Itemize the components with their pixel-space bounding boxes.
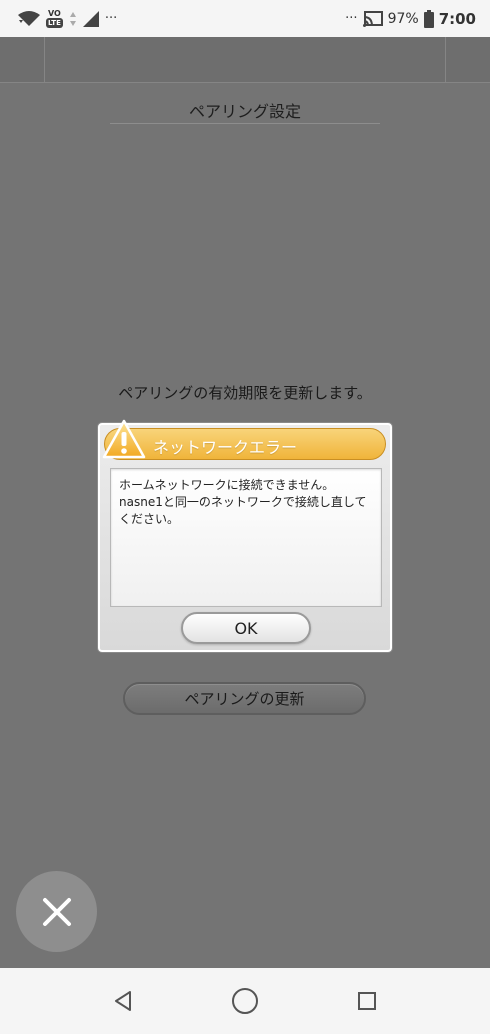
page-title: ペアリング設定 xyxy=(188,102,301,121)
close-button[interactable] xyxy=(16,871,97,952)
data-arrows-icon xyxy=(69,11,77,27)
more-notifications-right: ··· xyxy=(345,11,358,26)
title-divider xyxy=(110,123,380,124)
dialog-title: ネットワークエラー xyxy=(153,438,298,457)
nav-home-button[interactable] xyxy=(230,986,260,1016)
home-icon xyxy=(232,988,258,1014)
dialog-header: ネットワークエラー xyxy=(104,428,386,460)
top-bar-divider xyxy=(445,37,446,83)
clock: 7:00 xyxy=(438,9,476,28)
network-error-dialog: ネットワークエラー ホームネットワークに接続できません。nasne1と同一のネッ… xyxy=(98,419,392,652)
signal-icon xyxy=(82,10,99,27)
system-nav-bar xyxy=(0,968,490,1034)
pairing-message: ペアリングの有効期限を更新します。 xyxy=(118,384,372,402)
warning-icon xyxy=(102,419,146,459)
close-icon xyxy=(42,897,71,926)
ok-button[interactable]: OK xyxy=(181,612,311,644)
top-bar-divider xyxy=(44,37,45,83)
battery-icon xyxy=(423,9,434,28)
cast-icon xyxy=(362,10,383,27)
status-left: VO LTE ··· xyxy=(18,8,118,28)
wifi-icon xyxy=(18,10,40,27)
back-icon xyxy=(115,991,131,1011)
nav-back-button[interactable] xyxy=(108,986,138,1016)
battery-percent: 97% xyxy=(387,10,419,27)
dialog-message: ホームネットワークに接続できません。nasne1と同一のネットワークで接続し直し… xyxy=(110,468,382,607)
update-pairing-button[interactable]: ペアリングの更新 xyxy=(123,682,366,715)
status-bar: VO LTE ··· ··· 97% 7:00 xyxy=(0,0,490,37)
recents-icon xyxy=(358,992,376,1010)
vo-label: VO xyxy=(48,8,61,18)
more-notifications-left: ··· xyxy=(104,11,118,26)
status-right: ··· 97% 7:00 xyxy=(345,9,476,28)
volte-icon: VO LTE xyxy=(46,8,63,28)
nav-recents-button[interactable] xyxy=(352,986,382,1016)
lte-label: LTE xyxy=(46,17,63,28)
app-top-bar xyxy=(0,37,490,83)
